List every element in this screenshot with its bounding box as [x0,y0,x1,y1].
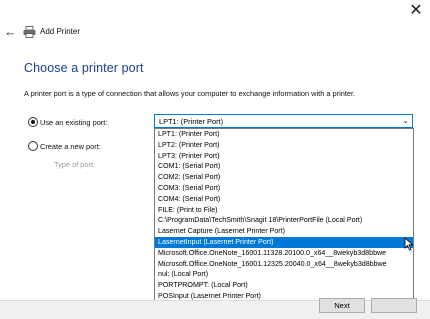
printer-icon [23,26,36,38]
next-button[interactable]: Next [319,298,365,313]
port-dropdown-list[interactable]: LPT1: (Printer Port) LPT2: (Printer Port)… [154,128,414,301]
page-heading: Choose a printer port [24,61,144,75]
back-arrow-icon[interactable]: ← [4,24,18,40]
chevron-down-icon[interactable]: ⌄ [402,115,409,127]
create-new-port-label[interactable]: Create a new port: [40,142,101,151]
port-option[interactable]: Microsoft.Office.OneNote_16001.11328.201… [155,248,413,259]
mouse-cursor-icon [404,237,414,251]
port-option[interactable]: FILE: (Print to File) [155,205,413,216]
page-description: A printer port is a type of connection t… [24,89,356,98]
close-icon[interactable]: ✕ [405,2,427,20]
footer-bar [0,300,430,319]
port-option[interactable]: LPT2: (Printer Port) [155,140,413,151]
existing-port-select[interactable]: LPT1: (Printer Port) ⌄ [154,114,413,128]
port-option[interactable]: PORTPROMPT: (Local Port) [155,280,413,291]
create-new-port-radio[interactable] [28,141,38,151]
port-option[interactable]: LPT3: (Printer Port) [155,151,413,162]
use-existing-port-label[interactable]: Use an existing port: [40,118,107,127]
port-option[interactable]: COM4: (Serial Port) [155,194,413,205]
port-option[interactable]: C:\ProgramData\TechSmith\Snagit 18\Print… [155,215,413,226]
port-option[interactable]: COM2: (Serial Port) [155,172,413,183]
port-option[interactable]: LasernetInput (Lasernet Printer Port) [155,237,413,248]
port-option[interactable]: Microsoft.Office.OneNote_16001.12325.200… [155,259,413,270]
port-option[interactable]: Lasernet Capture (Lasernet Printer Port) [155,226,413,237]
port-option[interactable]: COM3: (Serial Port) [155,183,413,194]
window-title: Add Printer [40,27,81,36]
cancel-button[interactable] [371,298,417,313]
port-option[interactable]: LPT1: (Printer Port) [155,129,413,140]
port-option[interactable]: COM1: (Serial Port) [155,161,413,172]
type-of-port-label: Type of port: [54,160,96,169]
use-existing-port-radio[interactable] [28,117,38,127]
port-option[interactable]: nul: (Local Port) [155,269,413,280]
existing-port-value: LPT1: (Printer Port) [159,117,224,126]
